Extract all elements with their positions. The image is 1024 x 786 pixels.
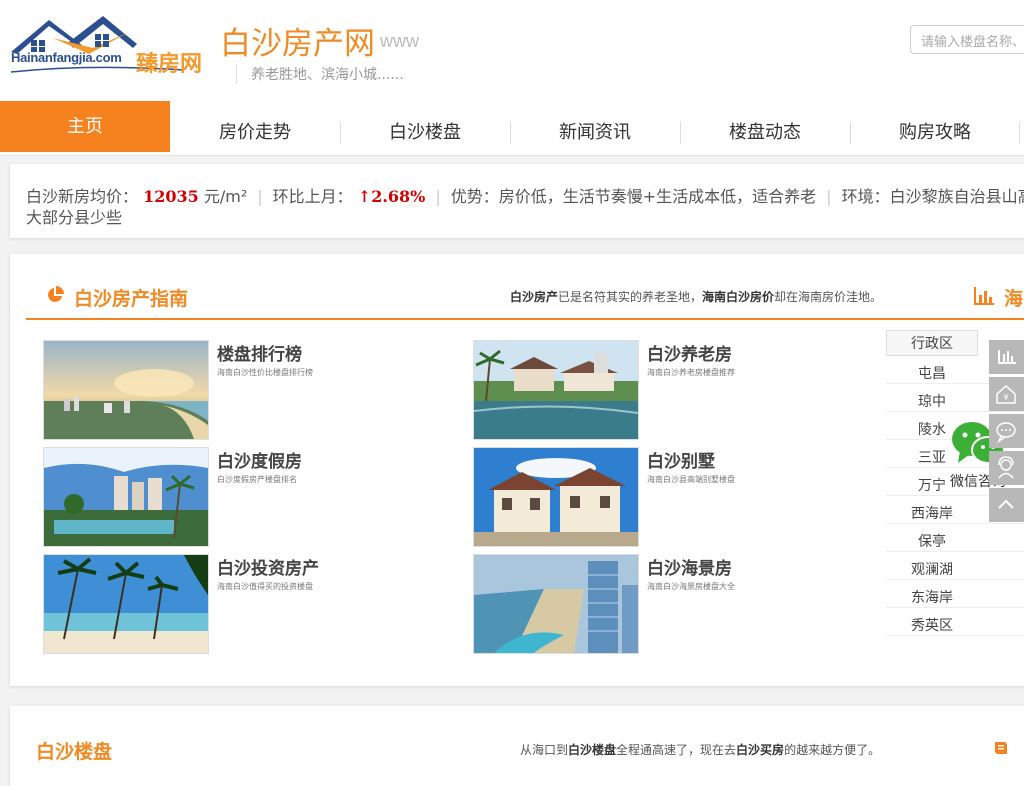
info-divider: |	[435, 187, 441, 206]
bar-chart-icon	[974, 287, 994, 305]
guide-desc-text: 却在海南房价洼地。	[774, 290, 883, 304]
price-info-line: 白沙新房均价： 12035 元/m² | 环比上月： ↑2.68% | 优势：房价低，生…	[26, 183, 1024, 207]
section-desc-text: 全程通高速了，现在去	[616, 743, 737, 757]
logo-brand: 臻房网	[136, 52, 203, 77]
guide-desc-highlight[interactable]: 白沙房产	[510, 290, 558, 304]
chart-icon	[998, 350, 1016, 364]
property-guide-section: 白沙房产指南 白沙房产已是名符其实的养老圣地，海南白沙房价却在海南房价洼地。 海…	[10, 254, 1024, 686]
guide-right-title: 海	[1004, 288, 1024, 310]
site-www: www	[380, 31, 419, 51]
card-subtitle: 海南白沙性价比楼盘排行榜	[217, 368, 313, 377]
guide-title: 白沙房产指南	[74, 288, 189, 310]
float-chat-button[interactable]	[989, 414, 1024, 448]
coastal-city-image	[44, 341, 208, 439]
card-title[interactable]: 白沙海景房	[647, 554, 732, 579]
district-label[interactable]: 秀英区	[886, 608, 978, 644]
district-item[interactable]: 东海岸	[886, 580, 1024, 608]
guide-header: 白沙房产指南 白沙房产已是名符其实的养老圣地，海南白沙房价却在海南房价洼地。 海	[26, 254, 1024, 320]
back-to-top-button[interactable]	[989, 488, 1024, 522]
svg-text:¥: ¥	[1003, 393, 1008, 402]
avg-price-value: 12035	[143, 187, 199, 206]
district-item[interactable]: 保亭	[886, 524, 1024, 552]
card-title[interactable]: 楼盘排行榜	[217, 340, 302, 365]
card-subtitle: 海南白沙养老房楼盘推荐	[647, 368, 735, 377]
guide-card-retirement[interactable]: 白沙养老房 海南白沙养老房楼盘推荐	[473, 340, 873, 440]
section-desc: 从海口到白沙楼盘全程通高速了，现在去白沙买房的越来越方便了。	[520, 741, 880, 758]
nav-item-property-updates[interactable]: 楼盘动态	[680, 101, 850, 155]
main-nav: 主页 房价走势 白沙楼盘 新闻资讯 楼盘动态 购房攻略	[0, 101, 1024, 156]
pie-chart-icon	[48, 286, 64, 302]
guide-card-vacation[interactable]: 白沙度假房 白沙度假房产楼盘排名	[43, 447, 443, 547]
guide-card-ranking[interactable]: 楼盘排行榜 海南白沙性价比楼盘排行榜	[43, 340, 443, 440]
nav-item-news[interactable]: 新闻资讯	[510, 101, 680, 155]
retirement-photo[interactable]	[473, 340, 639, 440]
card-subtitle: 海南白沙值得买的投资楼盘	[217, 582, 313, 591]
float-service-button[interactable]	[989, 451, 1024, 485]
environment-text: 环境：白沙黎族自治县山高云雾	[841, 187, 1024, 206]
house-yen-icon: ¥	[996, 384, 1016, 404]
customer-service-icon	[998, 456, 1014, 479]
chat-bubble-icon	[996, 422, 1016, 443]
site-logo[interactable]: Hainanfangjia.com 臻房网	[9, 14, 204, 77]
logo-domain: Hainanfangjia.com	[11, 50, 122, 65]
mom-value: ↑2.68%	[357, 187, 426, 206]
investment-photo[interactable]	[43, 554, 209, 654]
nav-item-buying-guide[interactable]: 购房攻略	[850, 101, 1020, 155]
resort-pool-image	[44, 448, 208, 546]
seaview-tower-image	[474, 555, 638, 653]
guide-card-villa[interactable]: 白沙别墅 海南白沙县高端别墅楼盘	[473, 447, 873, 547]
info-divider: |	[257, 187, 263, 206]
nav-item-baisha-properties[interactable]: 白沙楼盘	[340, 101, 510, 155]
card-subtitle: 海南白沙海景房楼盘大全	[647, 582, 735, 591]
guide-desc: 白沙房产已是名符其实的养老圣地，海南白沙房价却在海南房价洼地。	[510, 288, 882, 305]
villa-photo[interactable]	[473, 447, 639, 547]
nav-item-price-trend[interactable]: 房价走势	[170, 101, 340, 155]
book-icon	[995, 742, 1007, 754]
guide-desc-highlight[interactable]: 海南白沙房价	[702, 290, 774, 304]
guide-card-seaview[interactable]: 白沙海景房 海南白沙海景房楼盘大全	[473, 554, 873, 654]
float-chart-button[interactable]	[989, 340, 1024, 374]
info-divider: |	[826, 187, 832, 206]
card-title[interactable]: 白沙投资房产	[217, 554, 319, 579]
card-title[interactable]: 白沙养老房	[647, 340, 732, 365]
card-title[interactable]: 白沙度假房	[217, 447, 302, 472]
section-title: 白沙楼盘	[36, 741, 113, 763]
site-title: 白沙房产网	[220, 26, 375, 62]
search-input[interactable]: 请输入楼盘名称、	[910, 25, 1024, 54]
ranking-photo[interactable]	[43, 340, 209, 440]
properties-section: 白沙楼盘 从海口到白沙楼盘全程通高速了，现在去白沙买房的越来越方便了。	[10, 706, 1024, 786]
chevron-up-icon	[998, 499, 1014, 509]
section-desc-text: 从海口到	[520, 743, 569, 757]
seaview-photo[interactable]	[473, 554, 639, 654]
district-item[interactable]: 观澜湖	[886, 552, 1024, 580]
card-subtitle: 海南白沙县高端别墅楼盘	[647, 475, 735, 484]
price-info-bar: 白沙新房均价： 12035 元/m² | 环比上月： ↑2.68% | 优势：房价低，生…	[10, 164, 1024, 238]
district-header: 行政区	[886, 330, 978, 356]
float-house-price-button[interactable]: ¥	[989, 377, 1024, 411]
villa-image	[474, 448, 638, 546]
lakeside-villa-image	[474, 341, 638, 439]
card-title[interactable]: 白沙别墅	[647, 447, 715, 472]
avg-price-unit: 元/m²	[203, 187, 248, 206]
palm-beach-image	[44, 555, 208, 653]
nav-divider	[1019, 122, 1020, 144]
environment-text-cont: 大部分县少些	[26, 208, 123, 227]
mom-label: 环比上月：	[272, 187, 353, 206]
site-header: Hainanfangjia.com 臻房网 白沙房产网 www 养老胜地、滨海小…	[0, 0, 1024, 101]
advantage-text: 优势：房价低，生活节奏慢+生活成本低，适合养老	[450, 187, 817, 206]
section-desc-highlight[interactable]: 白沙楼盘	[568, 743, 616, 757]
section-desc-highlight[interactable]: 白沙买房	[736, 743, 784, 757]
vacation-photo[interactable]	[43, 447, 209, 547]
guide-card-investment[interactable]: 白沙投资房产 海南白沙值得买的投资楼盘	[43, 554, 443, 654]
nav-home[interactable]: 主页	[0, 101, 170, 152]
card-subtitle: 白沙度假房产楼盘排名	[217, 475, 297, 484]
district-item[interactable]: 秀英区	[886, 608, 1024, 636]
site-slogan: 养老胜地、滨海小城......	[236, 64, 404, 84]
guide-desc-text: 已是名符其实的养老圣地，	[558, 290, 703, 304]
section-desc-text: 的越来越方便了。	[784, 743, 881, 757]
